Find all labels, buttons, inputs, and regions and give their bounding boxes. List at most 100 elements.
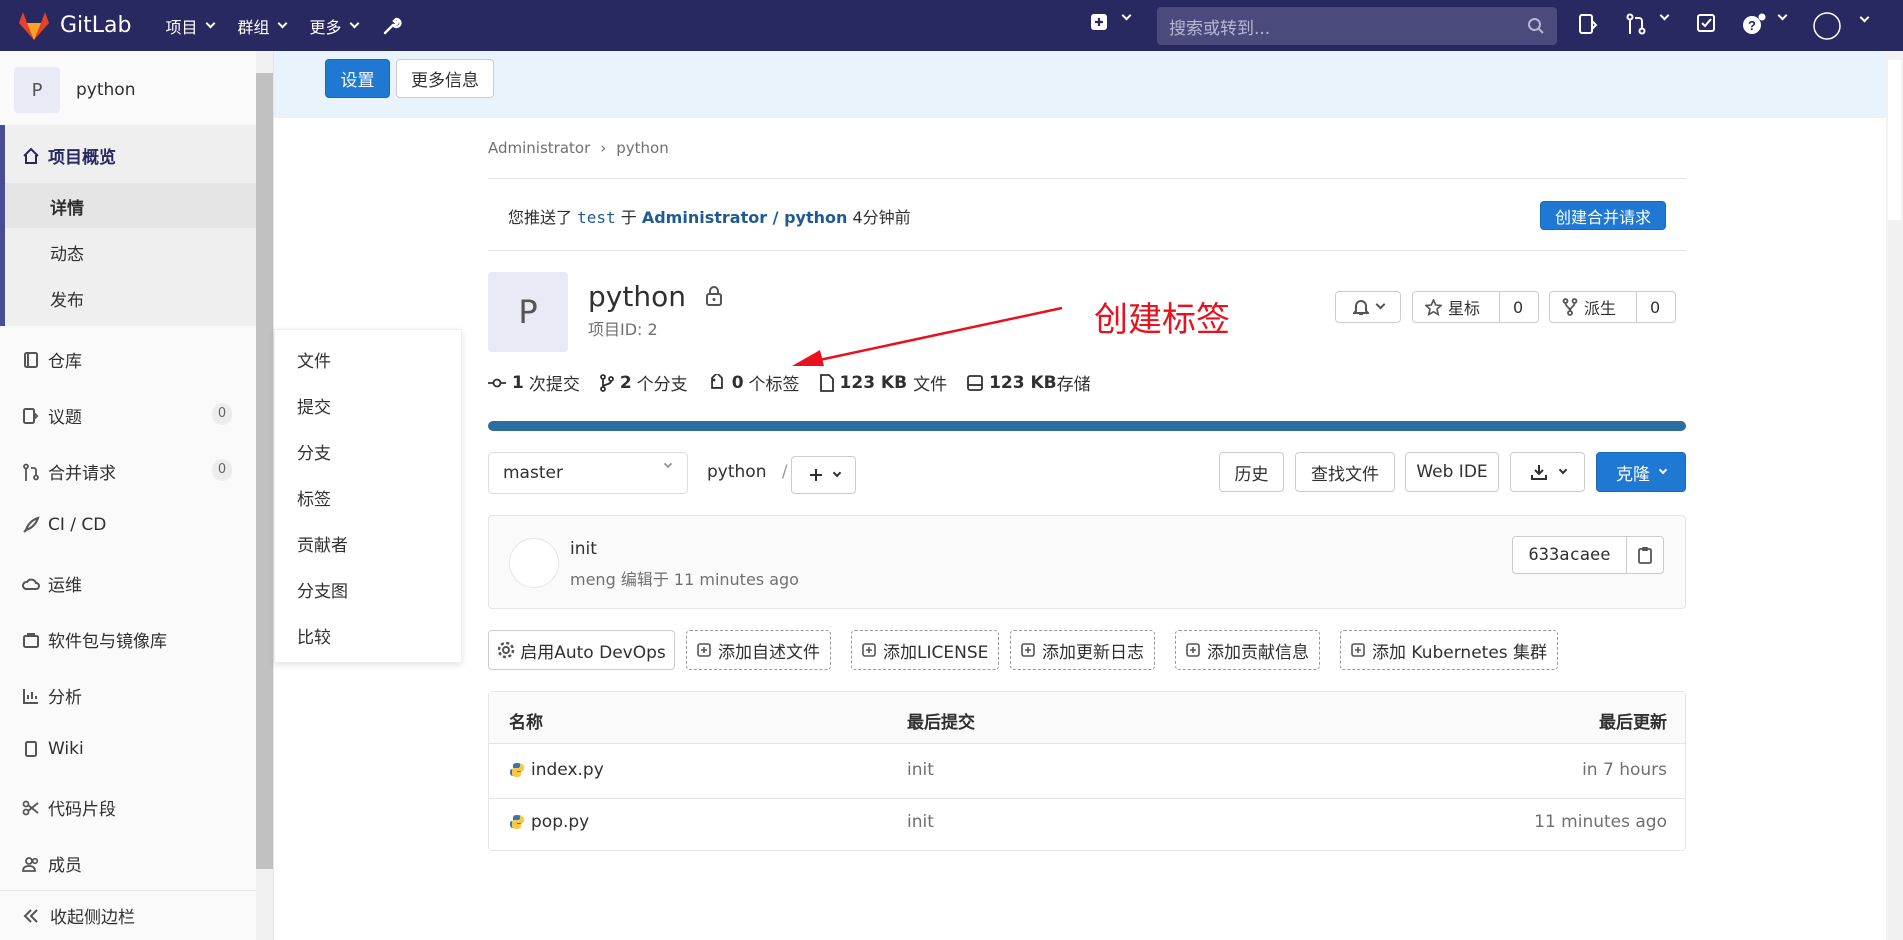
table-row[interactable]: index.py	[509, 760, 604, 780]
chevron-down-icon	[1375, 299, 1385, 310]
find-file-button[interactable]: 查找文件	[1295, 452, 1395, 492]
sidebar-subitem-details[interactable]: 详情	[50, 194, 84, 219]
sidebar-item-label: 仓库	[48, 352, 82, 372]
gitlab-logo[interactable]: GitLab	[18, 11, 132, 41]
commit-icon	[488, 378, 506, 387]
flyout-item-branches[interactable]: 分支	[297, 439, 331, 464]
download-dropdown[interactable]	[1510, 452, 1585, 492]
sidebar-subitem-releases[interactable]: 发布	[50, 286, 84, 311]
merge-requests-count-badge: 0	[212, 459, 232, 481]
nav-groups-label: 群组	[237, 17, 270, 37]
file-commit-message[interactable]: init	[907, 760, 934, 780]
download-icon	[1530, 465, 1547, 480]
annotation-text: 创建标签	[1094, 300, 1230, 340]
collapse-sidebar-button[interactable]: 收起侧边栏	[0, 890, 256, 940]
sidebar-item-wiki[interactable]: Wiki	[22, 739, 84, 759]
branches-stat[interactable]: 2 个分支	[599, 370, 688, 395]
files-stat[interactable]: 123 KB 文件	[819, 370, 947, 395]
home-icon	[23, 147, 39, 164]
nav-groups[interactable]: 群组	[237, 14, 287, 38]
sidebar-project-header[interactable]: P python	[14, 67, 135, 113]
fork-count[interactable]: 0	[1650, 298, 1660, 317]
commit-author[interactable]: meng	[570, 570, 616, 589]
branches-label: 个分支	[636, 375, 688, 395]
nav-more[interactable]: 更多	[310, 14, 359, 38]
sidebar-item-overview[interactable]: 项目概览	[22, 143, 116, 168]
history-button[interactable]: 历史	[1219, 452, 1284, 492]
web-ide-button[interactable]: Web IDE	[1405, 452, 1499, 492]
add-kubernetes-cluster-button[interactable]: 添加 Kubernetes 集群	[1340, 630, 1559, 670]
create-merge-request-button[interactable]: 创建合并请求	[1540, 201, 1666, 230]
sidebar-item-snippets[interactable]: 代码片段	[22, 795, 116, 820]
sidebar-item-ci-cd[interactable]: CI / CD	[22, 515, 106, 535]
sidebar-scrollbar[interactable]	[256, 73, 273, 869]
new-item-dropdown[interactable]	[1090, 10, 1132, 36]
sidebar-item-operations[interactable]: 运维	[22, 571, 82, 596]
clone-label: 克隆	[1616, 464, 1650, 485]
sidebar-item-issues[interactable]: 议题	[22, 403, 82, 428]
repo-path-root[interactable]: python	[707, 462, 766, 482]
add-contributing-button[interactable]: 添加贡献信息	[1175, 630, 1320, 670]
author-avatar[interactable]	[509, 538, 559, 588]
user-menu[interactable]	[1812, 11, 1870, 46]
fork-button[interactable]: 派生 0	[1549, 291, 1676, 323]
file-name[interactable]: index.py	[531, 760, 604, 780]
add-readme-button[interactable]: 添加自述文件	[686, 630, 831, 670]
sidebar-item-packages[interactable]: 软件包与镜像库	[22, 627, 167, 652]
settings-button[interactable]: 设置	[325, 59, 390, 98]
sidebar-item-analytics[interactable]: 分析	[22, 683, 82, 708]
book-icon	[24, 351, 38, 368]
branch-icon	[599, 373, 614, 392]
enable-auto-devops-button[interactable]: 启用Auto DevOps	[488, 630, 675, 670]
table-row[interactable]: pop.py	[509, 812, 589, 832]
copy-sha-button[interactable]	[1626, 536, 1664, 574]
repo-path: python /	[707, 462, 788, 482]
add-changelog-button[interactable]: 添加更新日志	[1010, 630, 1155, 670]
flyout-item-contributors[interactable]: 贡献者	[297, 531, 348, 556]
pushed-project-link[interactable]: Administrator / python	[642, 208, 848, 227]
commit-title[interactable]: init	[570, 539, 597, 559]
issues-shortcut[interactable]	[1578, 13, 1598, 40]
branch-selector[interactable]: master	[488, 452, 688, 494]
flyout-item-tags[interactable]: 标签	[297, 485, 331, 510]
pushed-branch-link[interactable]: test	[577, 208, 616, 227]
star-button[interactable]: 星标 0	[1412, 291, 1539, 323]
breadcrumb-current[interactable]: python	[616, 139, 668, 157]
flyout-item-commits[interactable]: 提交	[297, 393, 331, 418]
scissors-icon	[22, 800, 39, 815]
breadcrumb-parent[interactable]: Administrator	[488, 139, 590, 157]
last-commit-panel: init meng 编辑于 11 minutes ago 633acaee	[488, 515, 1686, 609]
notification-dropdown[interactable]	[1335, 291, 1401, 323]
sidebar-item-members[interactable]: 成员	[22, 851, 82, 876]
hard-drive-icon	[967, 374, 983, 391]
commits-stat[interactable]: 1 次提交	[488, 370, 580, 395]
flyout-item-files[interactable]: 文件	[297, 347, 331, 372]
file-commit-message[interactable]: init	[907, 812, 934, 832]
issues-count-badge: 0	[212, 403, 232, 425]
search-input[interactable]: 搜索或转到...	[1157, 7, 1557, 45]
help-dropdown[interactable]: ?	[1742, 10, 1788, 40]
add-license-button[interactable]: 添加LICENSE	[851, 630, 1000, 670]
sidebar-subitem-activity[interactable]: 动态	[50, 240, 84, 265]
sidebar-item-label: 分析	[48, 688, 82, 708]
chevron-down-icon	[205, 18, 215, 28]
star-count[interactable]: 0	[1513, 298, 1523, 317]
file-name[interactable]: pop.py	[531, 812, 589, 832]
more-info-button[interactable]: 更多信息	[396, 59, 494, 98]
tags-stat[interactable]: 0 个标签	[708, 370, 800, 395]
sidebar-item-repository[interactable]: 仓库	[22, 347, 82, 372]
nav-projects[interactable]: 项目	[166, 14, 215, 38]
merge-request-icon	[1626, 13, 1646, 35]
admin-area[interactable]	[382, 14, 402, 38]
merge-requests-shortcut[interactable]	[1626, 10, 1670, 40]
sidebar-item-merge-requests[interactable]: 合并请求	[22, 459, 116, 484]
flyout-item-graph[interactable]: 分支图	[297, 577, 348, 602]
clone-dropdown[interactable]: 克隆	[1596, 452, 1686, 492]
add-to-tree-dropdown[interactable]	[791, 456, 856, 494]
commit-sha[interactable]: 633acaee	[1512, 536, 1627, 574]
file-tree-table: 名称 最后提交 最后更新 index.py init in 7 hours po…	[488, 691, 1686, 851]
header-name: 名称	[509, 713, 543, 733]
flyout-item-compare[interactable]: 比较	[297, 623, 331, 648]
page-scrollbar[interactable]	[1888, 60, 1901, 220]
todos-shortcut[interactable]	[1696, 13, 1716, 38]
